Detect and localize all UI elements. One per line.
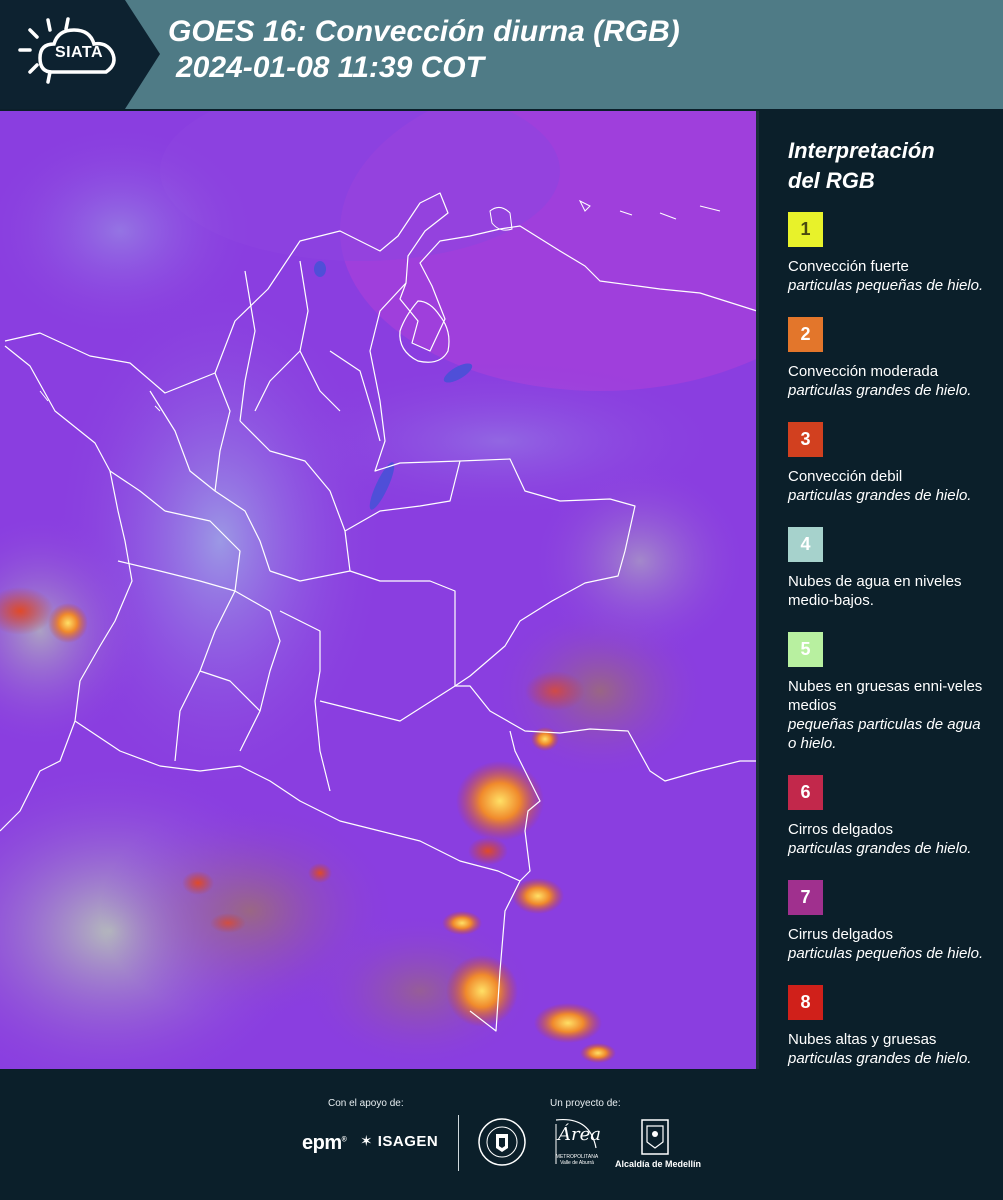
legend-swatch-8: 8 xyxy=(788,985,823,1020)
legend-swatch-1: 1 xyxy=(788,212,823,247)
legend-label-sub: particulas grandes de hielo. xyxy=(788,487,972,504)
satellite-map xyxy=(0,111,759,1069)
alcaldia-logo xyxy=(640,1118,700,1161)
legend-label-main: Nubes altas y gruesas xyxy=(788,1031,937,1048)
legend-label-main: Nubes en gruesas enni-veles medios xyxy=(788,678,983,714)
legend-item-1: 1 Convección fuerte particulas pequeñas de… xyxy=(788,212,993,295)
legend-item-8: 8 Nubes altas y gruesas particulas grandes… xyxy=(788,985,993,1068)
legend-label-5: Nubes en gruesas enni-veles medios pequeñ… xyxy=(788,677,993,753)
legend-label-1: Convección fuerte particulas pequeñas de … xyxy=(788,257,993,295)
legend-swatch-2: 2 xyxy=(788,317,823,352)
legend-label-sub: particulas grandes de hielo. xyxy=(788,840,972,857)
isagen-logo-text: ISAGEN xyxy=(377,1133,439,1150)
legend-label-6: Cirros delgados particulas grandes de hie… xyxy=(788,820,993,858)
legend-label-2: Convección moderada particulas grandes de… xyxy=(788,362,993,400)
legend-swatch-7: 7 xyxy=(788,880,823,915)
support-label: Con el apoyo de: xyxy=(328,1098,404,1109)
title-line-1: GOES 16: Convección diurna (RGB) xyxy=(168,15,680,48)
legend-item-3: 3 Convección debil particulas grandes de h… xyxy=(788,422,993,505)
legend-item-5: 5 Nubes en gruesas enni-veles medios peque… xyxy=(788,632,993,753)
legend-label-sub: pequeñas particulas de agua o hielo. xyxy=(788,716,981,752)
legend-label-3: Convección debil particulas grandes de hi… xyxy=(788,467,993,505)
rgb-composite-image xyxy=(0,111,758,1069)
legend-label-main: Convección fuerte xyxy=(788,258,909,275)
legend-swatch-4: 4 xyxy=(788,527,823,562)
legend-swatch-6: 6 xyxy=(788,775,823,810)
isagen-star-icon: ✶ xyxy=(360,1133,374,1150)
legend-label-7: Cirrus delgados particulas pequeños de hi… xyxy=(788,925,993,963)
area-logo-word: Área xyxy=(558,1124,601,1145)
legend-item-6: 6 Cirros delgados particulas grandes de hi… xyxy=(788,775,993,858)
legend-panel: Interpretación del RGB 1 Convección fuert… xyxy=(788,136,993,1090)
legend-label-sub: particulas pequeñas de hielo. xyxy=(788,277,984,294)
legend-title: Interpretación del RGB xyxy=(788,136,993,196)
isagen-logo: ✶ ISAGEN xyxy=(360,1132,438,1150)
legend-item-4: 4 Nubes de agua en niveles medio-bajos. xyxy=(788,527,993,610)
legend-label-main: Convección moderada xyxy=(788,363,939,380)
legend-label-main: Convección debil xyxy=(788,468,903,485)
alcaldia-text: Alcaldía de Medellín xyxy=(614,1159,702,1169)
epm-logo-text: epm xyxy=(302,1132,342,1154)
legend-label-8: Nubes altas y gruesas particulas grandes … xyxy=(788,1030,993,1068)
legend-title-line-2: del RGB xyxy=(788,168,875,193)
area-metropolitana-logo: Área METROPOLITANA Valle de Aburrá xyxy=(550,1118,601,1173)
siata-logo-text: SIATA xyxy=(54,44,104,61)
legend-item-2: 2 Convección moderada particulas grandes d… xyxy=(788,317,993,400)
medellin-seal-logo xyxy=(478,1118,526,1171)
legend-title-line-1: Interpretación xyxy=(788,138,935,163)
page-title: GOES 16: Convección diurna (RGB) 2024-01… xyxy=(168,14,680,86)
project-label: Un proyecto de: xyxy=(550,1098,621,1109)
legend-swatch-3: 3 xyxy=(788,422,823,457)
legend-label-sub: particulas grandes de hielo. xyxy=(788,1050,972,1067)
legend-label-main: Cirros delgados xyxy=(788,821,894,838)
footer-divider xyxy=(458,1115,459,1171)
legend-label-main: Nubes de agua en niveles medio-bajos. xyxy=(788,573,962,609)
epm-logo: epm® xyxy=(302,1132,347,1154)
header-bar: SIATA GOES 16: Convección diurna (RGB) 2… xyxy=(0,0,1003,109)
area-logo-sub: METROPOLITANA Valle de Aburrá xyxy=(555,1154,599,1166)
legend-label-main: Cirrus delgados xyxy=(788,926,894,943)
legend-label-sub: particulas pequeños de hielo. xyxy=(788,945,984,962)
legend-items: 1 Convección fuerte particulas pequeñas de… xyxy=(788,212,993,1068)
title-line-2: 2024-01-08 11:39 COT xyxy=(176,51,484,84)
legend-swatch-5: 5 xyxy=(788,632,823,667)
legend-item-7: 7 Cirrus delgados particulas pequeños de h… xyxy=(788,880,993,963)
siata-logo: SIATA xyxy=(0,0,160,109)
legend-label-sub: particulas grandes de hielo. xyxy=(788,382,972,399)
footer-bar: Con el apoyo de: Un proyecto de: epm® ✶ … xyxy=(0,1070,1003,1200)
legend-label-4: Nubes de agua en niveles medio-bajos. xyxy=(788,572,993,610)
